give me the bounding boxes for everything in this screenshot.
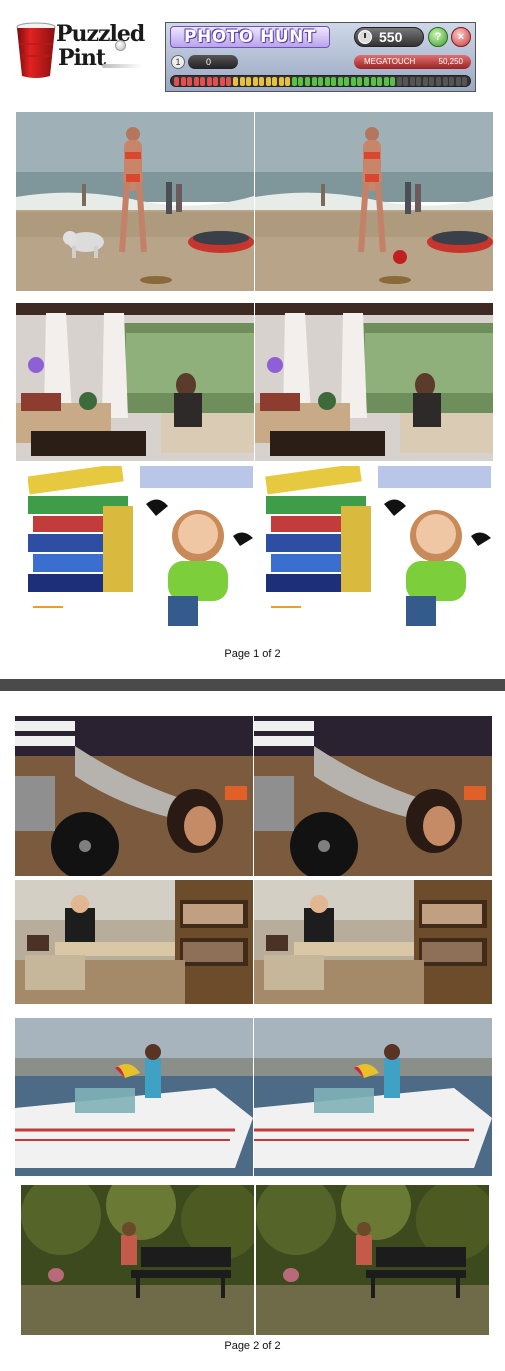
logo-swoosh	[102, 64, 142, 68]
timer-segment	[337, 77, 343, 86]
timer-segment	[363, 77, 369, 86]
timer-segment	[449, 77, 455, 86]
lives-display: 0	[188, 55, 238, 69]
timer-segment	[246, 77, 252, 86]
timer-bar	[170, 75, 471, 87]
lives-icon: 1	[171, 55, 185, 69]
timer-segment	[377, 77, 383, 86]
timer-segment	[409, 77, 415, 86]
timer-segment	[331, 77, 337, 86]
photo-records-pair	[15, 716, 492, 876]
clock-icon	[358, 30, 372, 44]
timer-segment	[252, 77, 258, 86]
timer-segment	[259, 77, 265, 86]
timer-segment	[213, 77, 219, 86]
timer-segment	[442, 77, 448, 86]
timer-segment	[403, 77, 409, 86]
timer-segment	[285, 77, 291, 86]
timer-segment	[232, 77, 238, 86]
photo-living-room-pair	[16, 303, 493, 461]
photo-park-bench-pair	[21, 1185, 489, 1335]
quit-icon: ×	[451, 27, 471, 47]
timer-segment	[396, 77, 402, 86]
timer-segment	[291, 77, 297, 86]
timer-segment	[416, 77, 422, 86]
timer-segment	[206, 77, 212, 86]
timer-segment	[193, 77, 199, 86]
photo-books-girl-pair	[28, 466, 493, 628]
timer-segment	[455, 77, 461, 86]
megatouch-label: MEGATOUCH	[364, 57, 416, 66]
timer-segment	[311, 77, 317, 86]
timer-segment	[324, 77, 330, 86]
timer-segment	[180, 77, 186, 86]
timer-segment	[174, 77, 179, 86]
photo-boat-pair	[15, 1018, 492, 1176]
timer-segment	[187, 77, 193, 86]
timer-segment	[226, 77, 232, 86]
timer-segment	[278, 77, 284, 86]
photo-cafe-pair	[15, 880, 492, 1004]
timer-segment	[318, 77, 324, 86]
timer-segment	[305, 77, 310, 86]
timer-segment	[390, 77, 396, 86]
timer-segment	[436, 77, 441, 86]
timer-segment	[298, 77, 304, 86]
megatouch-display: MEGATOUCH 50,250	[354, 55, 471, 69]
score-display: 550	[354, 27, 424, 47]
photo-hunt-banner: PHOTO HUNT 550 ? × 1 0 MEGATOUCH 50,250	[165, 22, 476, 92]
red-cup-icon	[16, 22, 56, 78]
timer-segment	[462, 77, 468, 86]
document-page-1: Puzzled Pint PHOTO HUNT 550 ? × 1 0 MEGA…	[0, 0, 505, 679]
timer-segment	[383, 77, 389, 86]
timer-segment	[219, 77, 225, 86]
logo-line-1: Puzzled	[56, 21, 145, 47]
hint-icon: ?	[428, 27, 448, 47]
document-page-2: Page 2 of 2	[0, 691, 505, 1371]
timer-segment	[344, 77, 350, 86]
timer-segment	[422, 77, 428, 86]
game-title: PHOTO HUNT	[170, 26, 330, 48]
golf-ball-icon	[115, 40, 126, 51]
timer-segment	[357, 77, 363, 86]
megatouch-value: 50,250	[438, 57, 463, 66]
timer-segment	[200, 77, 206, 86]
page-1-footer: Page 1 of 2	[224, 648, 281, 660]
timer-segment	[239, 77, 245, 86]
timer-segment	[265, 77, 271, 86]
page-2-footer: Page 2 of 2	[224, 1340, 281, 1352]
score-value: 550	[379, 29, 403, 45]
timer-segment	[370, 77, 376, 86]
timer-segment	[350, 77, 356, 86]
timer-segment	[272, 77, 278, 86]
photo-beach-pair	[16, 112, 493, 291]
puzzled-pint-logo: Puzzled Pint	[16, 20, 145, 82]
timer-segment	[429, 77, 435, 86]
logo-text: Puzzled Pint	[56, 21, 145, 70]
